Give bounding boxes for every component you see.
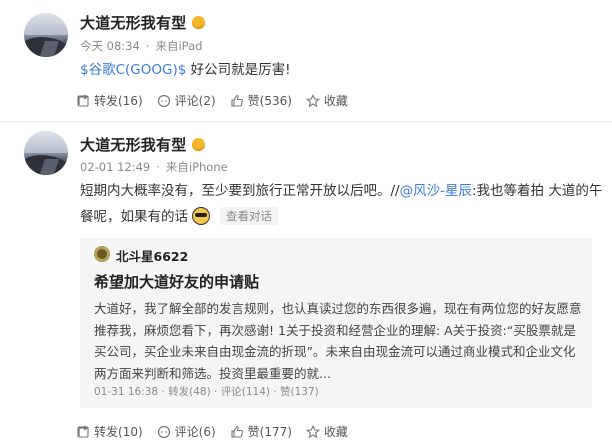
repost-button[interactable]: 转发(10) (76, 423, 143, 440)
comment-count: 评论(2) (174, 94, 216, 108)
post-time[interactable]: 02-01 12:49 (80, 160, 150, 174)
thumbs-up-icon (231, 94, 243, 107)
post-text-part: 餐呢，如果有的话 (80, 209, 188, 225)
author-avatar[interactable] (24, 13, 68, 57)
repost-icon (77, 424, 89, 438)
quoted-user-name[interactable]: 北斗星6622 (116, 246, 188, 265)
post-source: 来自iPad (155, 39, 203, 53)
post-text-part: 短期内大概率没有，至少要到旅行正常开放以后吧。// (80, 183, 400, 199)
quoted-comment-count[interactable]: 评论(114) (221, 386, 270, 398)
like-button[interactable]: 赞(177) (230, 423, 292, 440)
comment-icon (157, 94, 170, 107)
quoted-like-count[interactable]: 赞(137) (280, 386, 319, 398)
quoted-post[interactable]: 北斗星6622 希望加大道好友的申请贴 大道好，我了解全部的发言规则，也认真读过… (80, 238, 592, 408)
quoted-user-avatar[interactable] (94, 246, 110, 262)
post-text: $谷歌C(GOOG)$ 好公司就是厉害! (80, 57, 592, 83)
like-button[interactable]: 赞(536) (230, 92, 292, 109)
like-count: 赞(177) (247, 425, 292, 439)
comment-button[interactable]: 评论(2) (157, 92, 216, 109)
post-meta: 今天 08:34 · 来自iPad (80, 39, 203, 53)
comment-icon (157, 425, 170, 438)
author-name[interactable]: 大道无形我有型 (80, 134, 206, 155)
favorite-label: 收藏 (323, 94, 348, 108)
post-text-part: :我也等着拍 大道的午 (471, 183, 603, 199)
quoted-post-footer: 01-31 16:38 · 转发(48) · 评论(114) · 赞(137) (94, 386, 319, 398)
post-text-line-1: 短期内大概率没有，至少要到旅行正常开放以后吧。//@风沙-星辰:我也等着拍 大道… (80, 178, 606, 204)
post-meta: 02-01 12:49 · 来自iPhone (80, 160, 228, 174)
star-icon (305, 424, 320, 438)
post-source: 来自iPhone (165, 160, 228, 174)
post-actions: 转发(16) 评论(2) 赞(536) 收藏 (76, 92, 362, 109)
quoted-repost-count[interactable]: 转发(48) (168, 386, 211, 398)
quoted-post-time: 01-31 16:38 (94, 386, 159, 398)
quoted-post-title[interactable]: 希望加大道好友的申请贴 (94, 271, 259, 292)
post-2: 大道无形我有型 02-01 12:49 · 来自iPhone 短期内大概率没有，至少… (0, 123, 612, 448)
quoted-post-body: 大道好，我了解全部的发言规则，也认真读过您的东西很多遍，现在有两位您的好友愿意推… (94, 301, 582, 381)
repost-button[interactable]: 转发(16) (76, 92, 143, 109)
repost-icon (77, 93, 89, 107)
thumbs-up-icon (231, 425, 243, 438)
like-count: 赞(536) (247, 94, 292, 108)
post-time[interactable]: 今天 08:34 (80, 39, 140, 53)
favorite-button[interactable]: 收藏 (305, 92, 348, 109)
comment-count: 评论(6) (174, 425, 216, 439)
cool-face-emoji-icon (192, 207, 210, 225)
post-text-line-2: 餐呢，如果有的话 查看对话 (80, 204, 606, 230)
favorite-label: 收藏 (323, 425, 348, 439)
author-name-text[interactable]: 大道无形我有型 (80, 14, 186, 32)
author-name[interactable]: 大道无形我有型 (80, 12, 206, 33)
author-name-text[interactable]: 大道无形我有型 (80, 136, 186, 154)
author-avatar[interactable] (24, 131, 68, 175)
star-icon (305, 93, 320, 107)
post-text: 短期内大概率没有，至少要到旅行正常开放以后吧。//@风沙-星辰:我也等着拍 大道… (80, 178, 606, 230)
post-actions: 转发(10) 评论(6) 赞(177) 收藏 (76, 423, 362, 440)
repost-count: 转发(16) (94, 94, 143, 108)
post-text-body: 好公司就是厉害! (186, 62, 291, 78)
vip-badge-icon (192, 16, 206, 29)
post-1: 大道无形我有型 今天 08:34 · 来自iPad $谷歌C(GOOG)$ 好公司就… (0, 0, 612, 122)
favorite-button[interactable]: 收藏 (305, 423, 348, 440)
stock-link[interactable]: $谷歌C(GOOG)$ (80, 62, 186, 78)
vip-badge-icon (192, 138, 206, 151)
see-conversation-button[interactable]: 查看对话 (220, 207, 278, 225)
mention-link[interactable]: @风沙-星辰 (400, 183, 472, 199)
repost-count: 转发(10) (94, 425, 143, 439)
comment-button[interactable]: 评论(6) (157, 423, 216, 440)
